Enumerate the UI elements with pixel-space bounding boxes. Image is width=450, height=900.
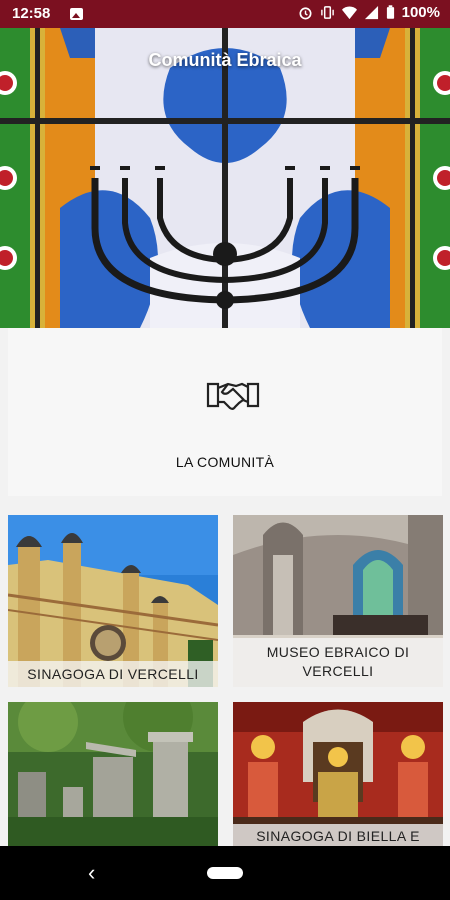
tile-caption: MUSEO EBRAICO DI VERCELLI — [233, 638, 443, 687]
stained-glass-menorah-image — [0, 28, 450, 328]
community-label: LA COMUNITÀ — [175, 454, 275, 470]
page-title: Comunità Ebraica — [148, 50, 302, 70]
header-banner: Comunità Ebraica — [0, 28, 450, 328]
wifi-icon — [341, 6, 357, 20]
tile-sinagoga-biella[interactable]: SINAGOGA DI BIELLA E — [233, 702, 443, 846]
tile-cimitero[interactable] — [8, 702, 218, 846]
alarm-icon — [299, 7, 312, 20]
home-pill-button[interactable] — [207, 867, 243, 879]
battery-icon — [386, 5, 394, 19]
vibrate-icon — [320, 6, 334, 19]
system-nav-bar: ‹ — [0, 846, 450, 900]
cemetery-image — [8, 702, 218, 846]
handshake-icon — [206, 382, 260, 410]
community-card[interactable]: LA COMUNITÀ — [8, 328, 442, 496]
status-bar: 12:58 100% — [0, 0, 450, 28]
tile-caption: SINAGOGA DI BIELLA E — [233, 824, 443, 846]
tile-sinagoga-vercelli[interactable]: SINAGOGA DI VERCELLI — [8, 515, 218, 687]
status-time: 12:58 — [12, 5, 51, 22]
tile-museo-ebraico[interactable]: MUSEO EBRAICO DI VERCELLI — [233, 515, 443, 687]
image-notification-icon — [70, 8, 83, 20]
battery-percent: 100% — [401, 4, 440, 21]
tile-caption: SINAGOGA DI VERCELLI — [8, 661, 218, 687]
signal-icon — [364, 5, 378, 20]
back-icon[interactable]: ‹ — [88, 860, 95, 886]
status-icons: 100% — [298, 4, 440, 21]
